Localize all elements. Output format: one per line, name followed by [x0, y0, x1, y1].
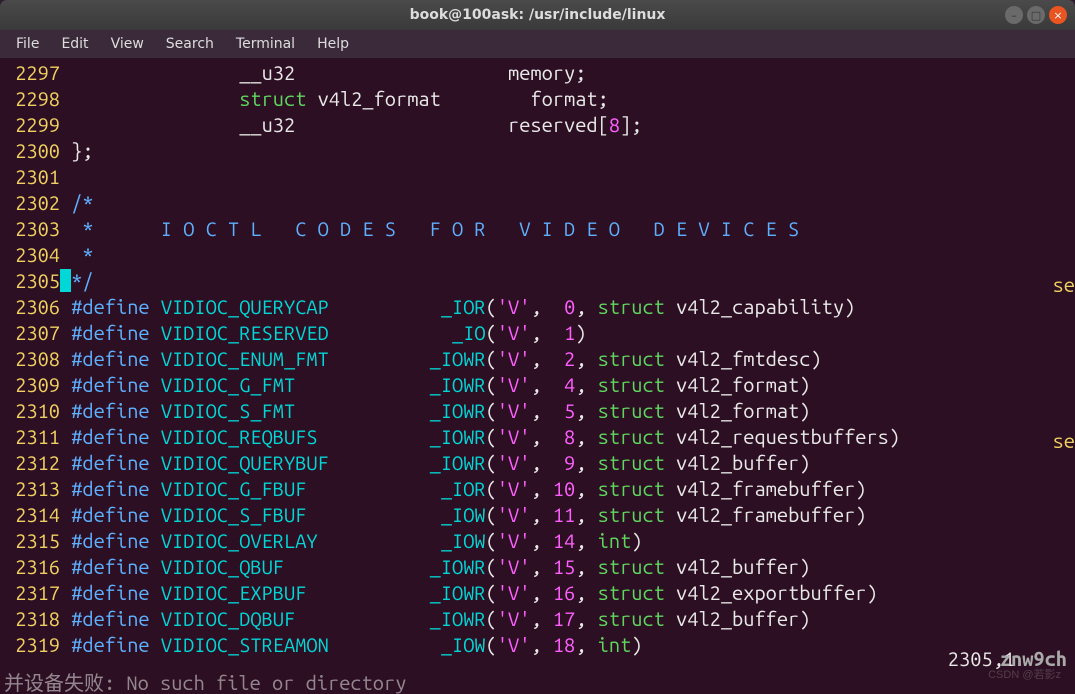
code-line: 2301	[4, 164, 1071, 190]
code-line: 2315 #define VIDIOC_OVERLAY _IOW('V', 14…	[4, 528, 1071, 554]
code-line: 2298 struct v4l2_format format;	[4, 86, 1071, 112]
code-line: 2304 *	[4, 242, 1071, 268]
code-line: 2309 #define VIDIOC_G_FMT _IOWR('V', 4, …	[4, 372, 1071, 398]
code-line: 2302 /*	[4, 190, 1071, 216]
window-title: book@100ask: /usr/include/linux	[410, 7, 666, 23]
menu-edit[interactable]: Edit	[51, 32, 98, 56]
code-line: 2310 #define VIDIOC_S_FMT _IOWR('V', 5, …	[4, 398, 1071, 424]
code-line: 2311 #define VIDIOC_REQBUFS _IOWR('V', 8…	[4, 424, 1071, 450]
menu-terminal[interactable]: Terminal	[226, 32, 305, 56]
code-line: 2319 #define VIDIOC_STREAMON _IOW('V', 1…	[4, 632, 1071, 658]
csdn-watermark: CSDN @若影z	[988, 662, 1061, 688]
close-icon[interactable]: ×	[1049, 6, 1067, 24]
side-fragment: se	[1053, 428, 1075, 454]
titlebar: book@100ask: /usr/include/linux – □ ×	[0, 0, 1075, 30]
code-line: 2297 __u32 memory;	[4, 60, 1071, 86]
code-line: 2316 #define VIDIOC_QBUF _IOWR('V', 15, …	[4, 554, 1071, 580]
code-line: 2300 };	[4, 138, 1071, 164]
code-line: 2306 #define VIDIOC_QUERYCAP _IOR('V', 0…	[4, 294, 1071, 320]
code-line: 2299 __u32 reserved[8];	[4, 112, 1071, 138]
menubar: File Edit View Search Terminal Help	[0, 30, 1075, 58]
side-fragment: se	[1053, 272, 1075, 298]
window-buttons: – □ ×	[1005, 6, 1067, 24]
menu-view[interactable]: View	[101, 32, 154, 56]
code-line: 2318 #define VIDIOC_DQBUF _IOWR('V', 17,…	[4, 606, 1071, 632]
bottom-message: 并设备失败: No such file or directory	[4, 670, 406, 694]
menu-search[interactable]: Search	[156, 32, 224, 56]
maximize-icon[interactable]: □	[1027, 6, 1045, 24]
menu-file[interactable]: File	[6, 32, 49, 56]
code-line: 2317 #define VIDIOC_EXPBUF _IOWR('V', 16…	[4, 580, 1071, 606]
code-line: 2305 */	[4, 268, 1071, 294]
code-line: 2312 #define VIDIOC_QUERYBUF _IOWR('V', …	[4, 450, 1071, 476]
code-line: 2303 * I O C T L C O D E S F O R V I D E…	[4, 216, 1071, 242]
code-line: 2307 #define VIDIOC_RESERVED _IO('V', 1)	[4, 320, 1071, 346]
code-line: 2314 #define VIDIOC_S_FBUF _IOW('V', 11,…	[4, 502, 1071, 528]
menu-help[interactable]: Help	[307, 32, 359, 56]
terminal[interactable]: 2297 __u32 memory; 2298 struct v4l2_form…	[0, 58, 1075, 694]
minimize-icon[interactable]: –	[1005, 6, 1023, 24]
code-line: 2308 #define VIDIOC_ENUM_FMT _IOWR('V', …	[4, 346, 1071, 372]
cursor	[60, 269, 71, 292]
code-line: 2313 #define VIDIOC_G_FBUF _IOR('V', 10,…	[4, 476, 1071, 502]
